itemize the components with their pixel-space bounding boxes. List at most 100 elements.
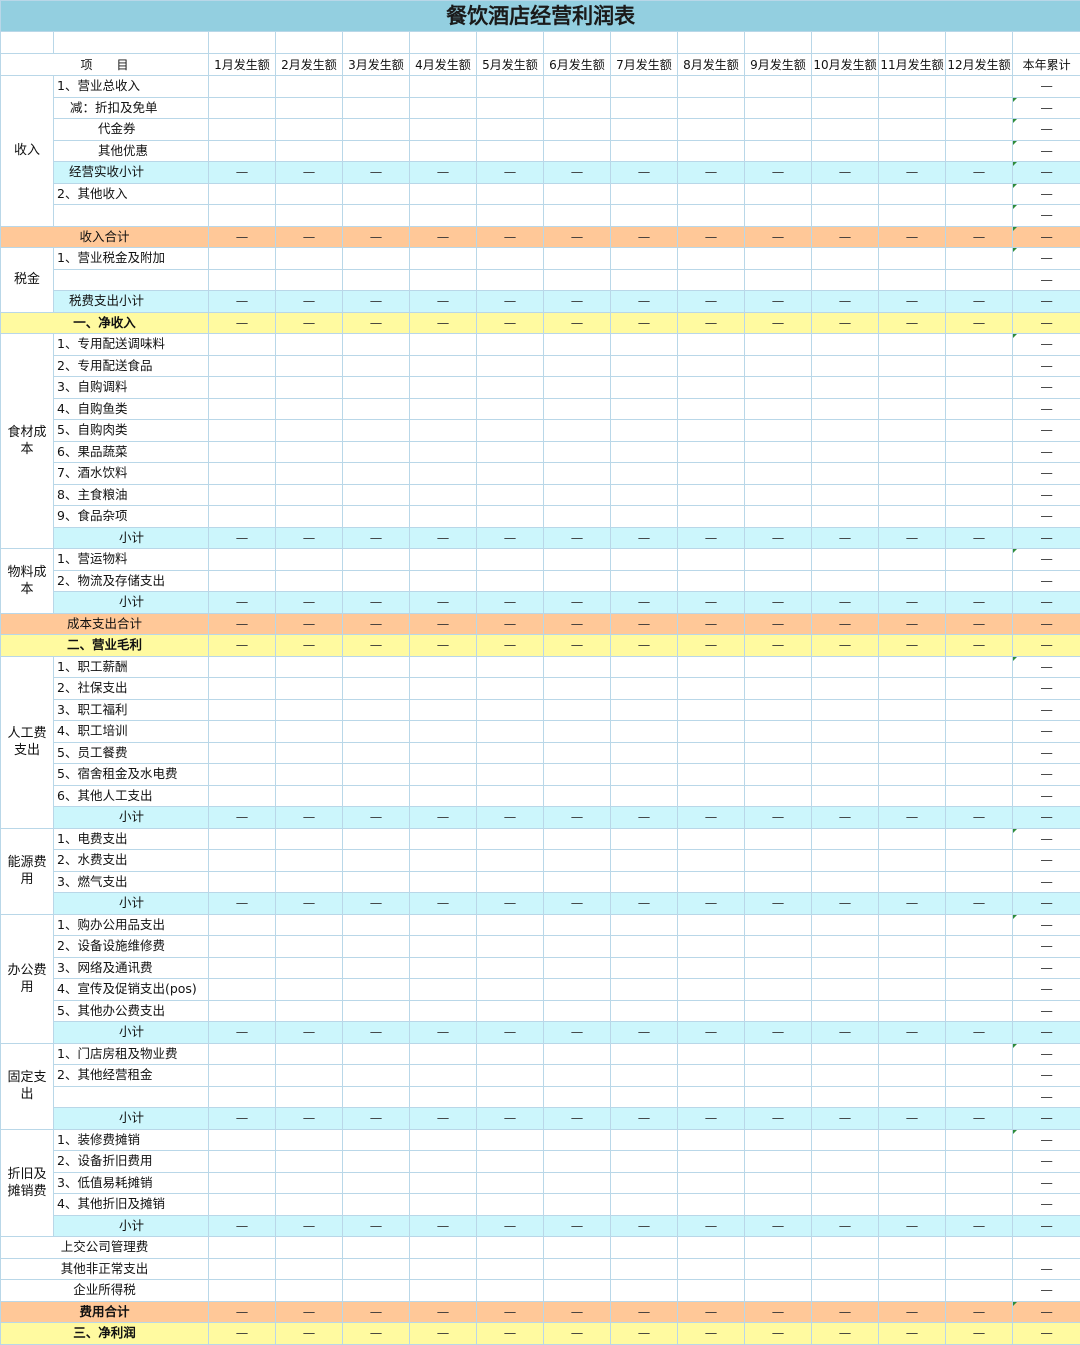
month-value-cell[interactable] [544,441,611,463]
month-value-cell[interactable] [879,828,946,850]
month-value-cell[interactable] [343,1000,410,1022]
blank-cell[interactable] [879,32,946,54]
month-value-cell[interactable] [276,1129,343,1151]
month-value-cell[interactable] [678,269,745,291]
month-value-cell[interactable]: — [611,527,678,549]
month-value-cell[interactable] [343,1237,410,1259]
month-value-cell[interactable] [544,506,611,528]
month-value-cell[interactable] [611,1172,678,1194]
month-value-cell[interactable] [343,183,410,205]
month-value-cell[interactable] [879,463,946,485]
month-value-cell[interactable] [812,248,879,270]
header-month[interactable]: 10月发生额 [812,54,879,76]
month-value-cell[interactable] [946,764,1013,786]
month-value-cell[interactable] [410,979,477,1001]
annual-total-cell[interactable]: — [1013,1194,1080,1216]
month-value-cell[interactable] [276,570,343,592]
month-value-cell[interactable] [477,678,544,700]
month-value-cell[interactable] [812,1129,879,1151]
month-value-cell[interactable]: — [276,635,343,657]
month-value-cell[interactable] [276,334,343,356]
month-value-cell[interactable] [745,1172,812,1194]
month-value-cell[interactable] [946,1172,1013,1194]
annual-total-cell[interactable]: — [1013,1301,1080,1323]
month-value-cell[interactable]: — [209,592,276,614]
month-value-cell[interactable] [879,441,946,463]
month-value-cell[interactable]: — [343,291,410,313]
category-cell[interactable]: 办公费用 [1,914,54,1043]
month-value-cell[interactable] [276,506,343,528]
month-value-cell[interactable] [946,936,1013,958]
month-value-cell[interactable] [745,269,812,291]
month-value-cell[interactable] [477,1172,544,1194]
month-value-cell[interactable] [611,97,678,119]
month-value-cell[interactable] [611,463,678,485]
month-value-cell[interactable] [544,248,611,270]
month-value-cell[interactable] [678,1151,745,1173]
annual-total-cell[interactable]: — [1013,828,1080,850]
month-value-cell[interactable] [611,570,678,592]
header-month[interactable]: 2月发生额 [276,54,343,76]
month-value-cell[interactable] [812,742,879,764]
row-label[interactable]: 一、净收入 [1,312,209,334]
month-value-cell[interactable]: — [477,312,544,334]
month-value-cell[interactable] [477,183,544,205]
month-value-cell[interactable] [410,699,477,721]
month-value-cell[interactable] [276,398,343,420]
month-value-cell[interactable]: — [745,807,812,829]
month-value-cell[interactable] [343,1172,410,1194]
month-value-cell[interactable] [410,850,477,872]
header-month[interactable]: 9月发生额 [745,54,812,76]
month-value-cell[interactable] [678,1065,745,1087]
month-value-cell[interactable] [343,957,410,979]
month-value-cell[interactable] [611,420,678,442]
annual-total-cell[interactable]: — [1013,377,1080,399]
month-value-cell[interactable] [410,269,477,291]
month-value-cell[interactable] [477,979,544,1001]
month-value-cell[interactable] [276,1000,343,1022]
blank-cell[interactable] [812,32,879,54]
month-value-cell[interactable] [477,76,544,98]
month-value-cell[interactable] [209,850,276,872]
month-value-cell[interactable]: — [209,162,276,184]
month-value-cell[interactable]: — [812,312,879,334]
annual-total-cell[interactable]: — [1013,635,1080,657]
month-value-cell[interactable] [812,785,879,807]
month-value-cell[interactable] [276,549,343,571]
month-value-cell[interactable] [879,699,946,721]
month-value-cell[interactable] [879,97,946,119]
month-value-cell[interactable] [812,1237,879,1259]
month-value-cell[interactable] [879,140,946,162]
month-value-cell[interactable]: — [678,592,745,614]
month-value-cell[interactable] [209,140,276,162]
annual-total-cell[interactable]: — [1013,441,1080,463]
month-value-cell[interactable] [209,828,276,850]
row-label[interactable]: 3、低值易耗摊销 [54,1172,209,1194]
blank-cell[interactable] [1,32,54,54]
month-value-cell[interactable] [276,1194,343,1216]
row-label[interactable] [54,1086,209,1108]
blank-cell[interactable] [745,32,812,54]
month-value-cell[interactable]: — [276,1301,343,1323]
month-value-cell[interactable] [477,463,544,485]
month-value-cell[interactable] [343,742,410,764]
month-value-cell[interactable] [879,785,946,807]
annual-total-cell[interactable]: — [1013,1151,1080,1173]
month-value-cell[interactable] [812,1043,879,1065]
month-value-cell[interactable] [477,936,544,958]
month-value-cell[interactable] [544,828,611,850]
category-cell[interactable]: 人工费支出 [1,656,54,828]
month-value-cell[interactable] [343,570,410,592]
month-value-cell[interactable] [745,463,812,485]
row-label[interactable]: 小计 [54,893,209,915]
month-value-cell[interactable] [946,828,1013,850]
month-value-cell[interactable] [209,205,276,227]
annual-total-cell[interactable]: — [1013,1086,1080,1108]
month-value-cell[interactable]: — [879,1215,946,1237]
month-value-cell[interactable] [946,699,1013,721]
month-value-cell[interactable]: — [611,613,678,635]
month-value-cell[interactable] [611,205,678,227]
row-label[interactable]: 2、物流及存储支出 [54,570,209,592]
month-value-cell[interactable]: — [410,312,477,334]
month-value-cell[interactable] [678,1258,745,1280]
